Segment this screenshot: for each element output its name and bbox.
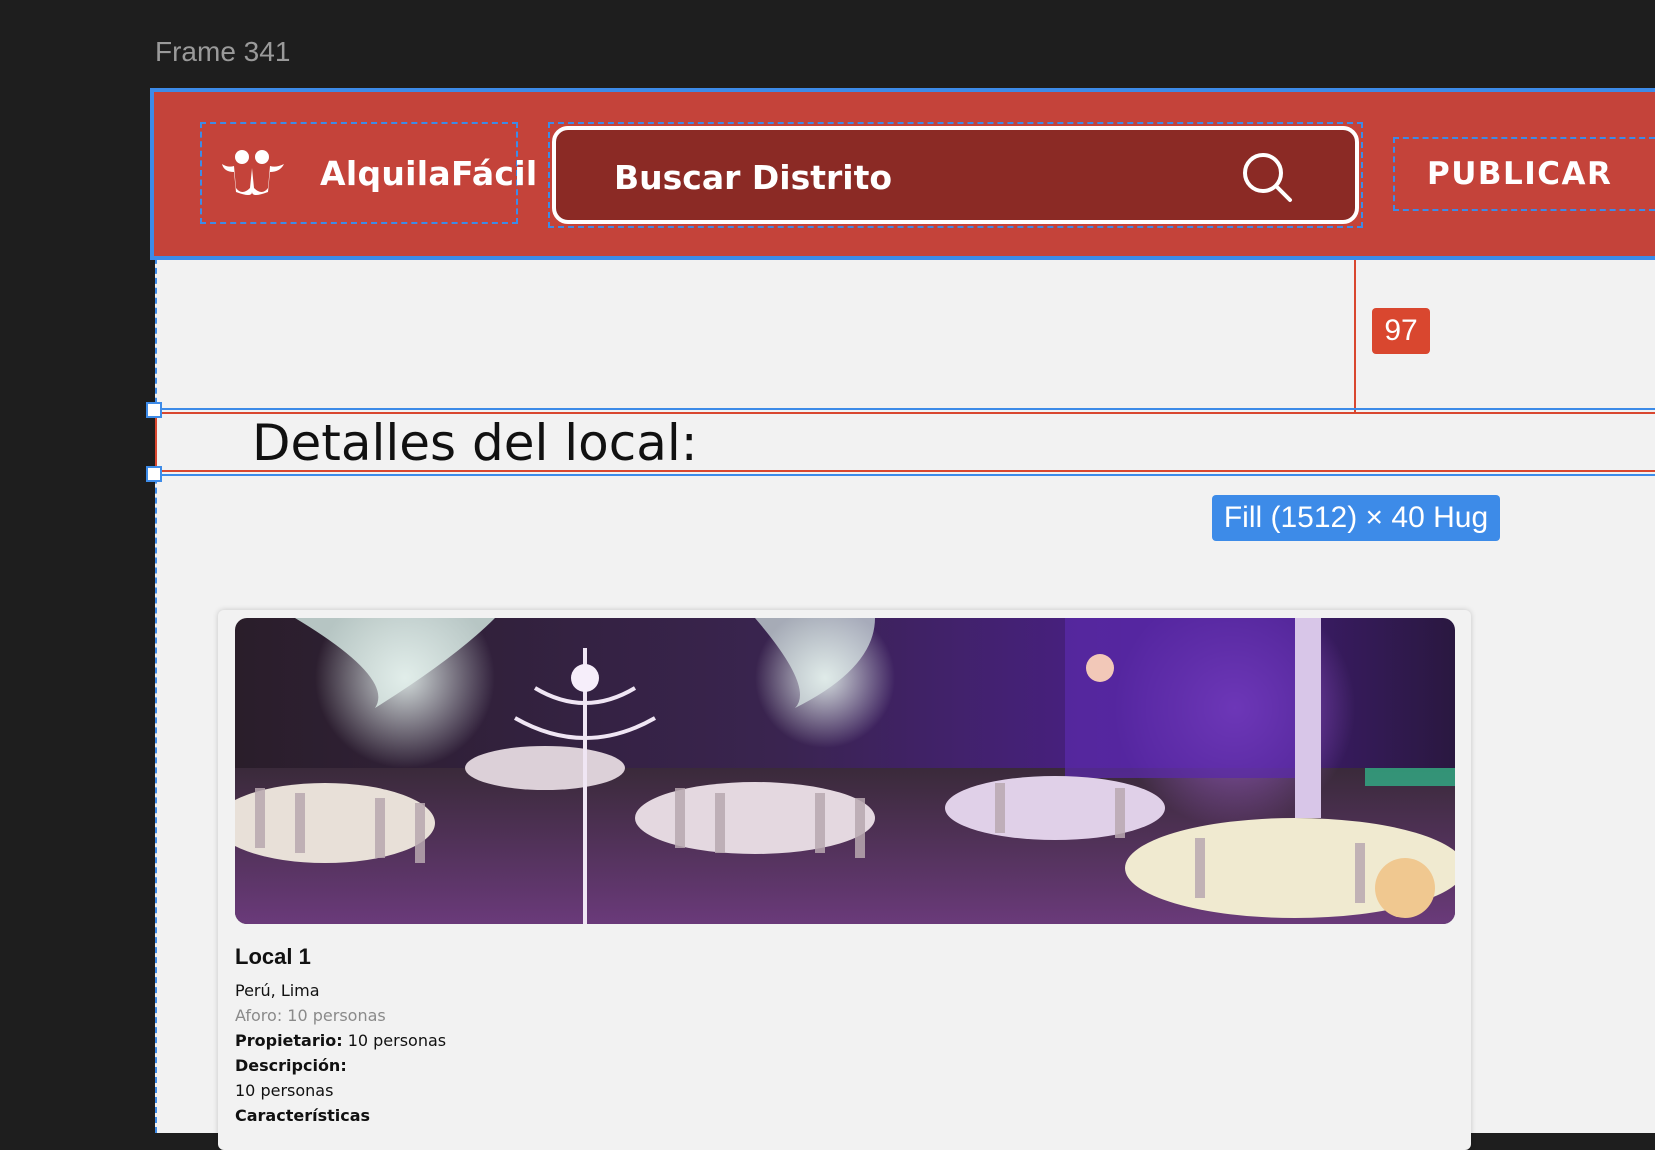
publish-button[interactable]: PUBLICAR [1393,137,1655,211]
event-hall-image [235,618,1455,924]
brand-logo[interactable]: AlquilaFácil [200,122,537,224]
search-input[interactable]: Buscar Distrito [552,126,1359,224]
search-bar[interactable]: Buscar Distrito [548,122,1363,228]
page-title: Detalles del local: [252,414,698,472]
owner-label: Propietario: [235,1031,343,1050]
venue-capacity: Aforo: 10 personas [235,1006,386,1025]
publish-label: PUBLICAR [1427,156,1613,192]
venue-details: Local 1 Perú, Lima Aforo: 10 personas Pr… [235,944,446,1128]
search-icon[interactable] [1240,150,1296,206]
spacing-value-badge: 97 [1372,308,1430,354]
search-placeholder: Buscar Distrito [614,158,893,197]
description-value: 10 personas [235,1081,334,1100]
venue-card[interactable]: Local 1 Perú, Lima Aforo: 10 personas Pr… [218,610,1471,1150]
owner-value: 10 personas [342,1031,447,1050]
description-label: Descripción: [235,1056,347,1075]
resize-handle-bottom[interactable] [146,466,162,482]
venue-owner: Propietario: 10 personas [235,1028,446,1053]
venue-location: Perú, Lima [235,981,320,1000]
people-icon [222,150,284,195]
frame-label: Frame 341 [155,36,291,67]
brand-name: AlquilaFácil [320,154,538,193]
dimension-badge: Fill (1512) × 40 Hug [1212,495,1500,541]
spacing-guide [1354,260,1356,412]
venue-name: Local 1 [235,944,311,969]
features-label: Características [235,1106,371,1125]
resize-handle-top[interactable] [146,402,162,418]
event-hall-photo [235,618,1455,924]
